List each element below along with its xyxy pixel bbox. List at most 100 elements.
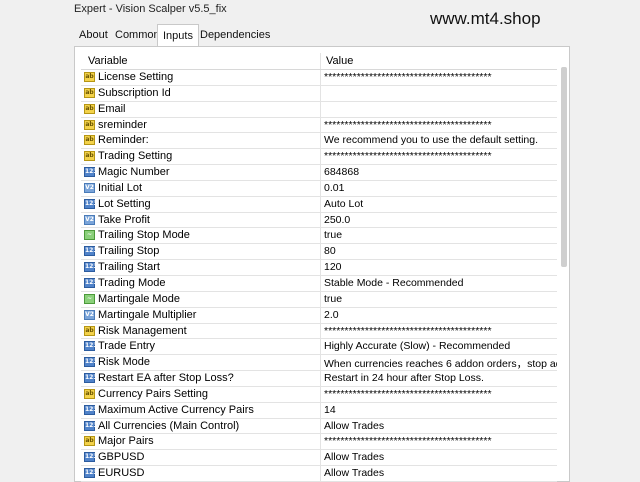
variable-label: Risk Mode	[98, 356, 150, 369]
table-row[interactable]: ab Subscription Id	[81, 85, 557, 102]
header-variable[interactable]: Variable	[81, 53, 321, 69]
integer-type-icon: 123	[84, 262, 98, 273]
value-label: We recommend you to use the default sett…	[324, 134, 539, 147]
variable-label: Trailing Stop	[98, 245, 160, 258]
table-row[interactable]: ab Major Pairs ***************************…	[81, 434, 557, 451]
value-cell[interactable]: 0.01	[321, 181, 557, 196]
value-cell[interactable]: Auto Lot	[321, 197, 557, 212]
integer-type-icon: 123	[84, 198, 98, 209]
variable-label: EURUSD	[98, 467, 145, 480]
value-cell[interactable]: Allow Trades	[321, 450, 557, 465]
variable-cell: 123 GBPUSD	[81, 450, 321, 466]
table-row[interactable]: ab Email	[81, 101, 557, 118]
watermark-text: www.mt4.shop	[430, 9, 541, 28]
value-cell[interactable]: ****************************************…	[321, 149, 557, 164]
value-cell[interactable]: When currencies reaches 6 addon orders，s…	[321, 355, 557, 370]
value-cell[interactable]: 14	[321, 403, 557, 418]
table-row[interactable]: ab Risk Management ***********************…	[81, 323, 557, 340]
string-type-icon: ab	[84, 135, 95, 146]
value-label: 80	[324, 245, 336, 258]
table-row[interactable]: V2 Take Profit 250.0	[81, 212, 557, 229]
value-label: ****************************************…	[324, 324, 492, 337]
value-label: When currencies reaches 6 addon orders，s…	[324, 358, 557, 371]
double-type-icon: V2	[84, 214, 95, 225]
value-cell[interactable]: 120	[321, 260, 557, 275]
variable-cell: ab Email	[81, 101, 321, 117]
window-title: Expert - Vision Scalper v5.5_fix	[74, 3, 227, 15]
table-row[interactable]: 123 Magic Number 684868	[81, 165, 557, 181]
boolean-type-icon: ~	[84, 230, 95, 241]
value-cell[interactable]	[321, 102, 557, 117]
table-row[interactable]: ab Reminder: We recommend you to use the d…	[81, 133, 557, 150]
variable-label: Trailing Stop Mode	[98, 229, 190, 242]
value-cell[interactable]: Allow Trades	[321, 419, 557, 434]
table-row[interactable]: ab Currency Pairs Setting ****************…	[81, 386, 557, 403]
tab-inputs[interactable]: Inputs	[157, 24, 199, 47]
variable-label: Martingale Multiplier	[98, 308, 197, 321]
table-row[interactable]: V2 Initial Lot 0.01	[81, 180, 557, 197]
variable-label: Trading Setting	[98, 150, 173, 163]
string-type-icon: ab	[84, 72, 95, 82]
value-label: ****************************************…	[324, 150, 492, 163]
value-cell[interactable]: ****************************************…	[321, 387, 557, 402]
table-row[interactable]: 123 GBPUSD Allow Trades	[81, 450, 557, 467]
table-row[interactable]: 123 Trading Mode Stable Mode - Recommended	[81, 275, 557, 292]
table-row[interactable]: ab sreminder *****************************…	[81, 117, 557, 134]
value-label: 0.01	[324, 181, 345, 194]
value-label: 2.0	[324, 308, 339, 321]
string-type-icon: ab	[84, 119, 95, 130]
value-label: Allow Trades	[324, 451, 385, 464]
value-label: 120	[324, 261, 342, 274]
variable-label: All Currencies (Main Control)	[98, 419, 240, 432]
table-row[interactable]: ~ Trailing Stop Mode true	[81, 228, 557, 245]
value-cell[interactable]: We recommend you to use the default sett…	[321, 133, 557, 148]
table-row[interactable]: 123 Maximum Active Currency Pairs 14	[81, 402, 557, 419]
table-header: Variable Value	[81, 53, 557, 70]
table-row[interactable]: 123 Lot Setting Auto Lot	[81, 196, 557, 213]
table-row[interactable]: V2 Martingale Multiplier 2.0	[81, 307, 557, 324]
value-cell[interactable]: Restart in 24 hour after Stop Loss.	[321, 371, 557, 386]
variable-label: Reminder:	[98, 134, 149, 147]
table-row[interactable]: 123 Trailing Stop 80	[81, 244, 557, 261]
value-label: Stable Mode - Recommended	[324, 276, 464, 289]
integer-type-icon: 123	[84, 452, 98, 463]
value-cell[interactable]: 80	[321, 244, 557, 259]
value-cell[interactable]	[321, 86, 557, 101]
integer-type-icon: 123	[84, 167, 98, 178]
table-row[interactable]: 123 Trailing Start 120	[81, 260, 557, 276]
vertical-scrollbar[interactable]	[561, 67, 567, 267]
table-row[interactable]: 123 Trade Entry Highly Accurate (Slow) - R…	[81, 339, 557, 356]
table-row[interactable]: ~ Martingale Mode true	[81, 291, 557, 308]
table-row[interactable]: 123 Restart EA after Stop Loss? Restart in…	[81, 371, 557, 387]
integer-type-icon: 123	[84, 373, 98, 384]
value-label: true	[324, 292, 343, 305]
variable-cell: V2 Initial Lot	[81, 180, 321, 196]
table-row[interactable]: ab License Setting ***********************…	[81, 70, 557, 86]
variable-cell: ab License Setting	[81, 70, 321, 85]
value-label: Restart in 24 hour after Stop Loss.	[324, 372, 484, 385]
value-cell[interactable]: Highly Accurate (Slow) - Recommended	[321, 339, 557, 354]
value-cell[interactable]: ****************************************…	[321, 70, 557, 85]
variable-cell: 123 Restart EA after Stop Loss?	[81, 371, 321, 386]
value-cell[interactable]: Allow Trades	[321, 466, 557, 481]
value-cell[interactable]: ****************************************…	[321, 118, 557, 133]
variable-label: License Setting	[98, 71, 174, 83]
table-row[interactable]: ab Trading Setting ***********************…	[81, 149, 557, 166]
variable-cell: 123 EURUSD	[81, 466, 321, 481]
value-cell[interactable]: 684868	[321, 165, 557, 180]
integer-type-icon: 123	[84, 468, 98, 479]
variable-cell: 123 Trailing Stop	[81, 244, 321, 260]
table-row[interactable]: 123 Risk Mode When currencies reaches 6 ad…	[81, 355, 557, 372]
tab-about[interactable]: About	[74, 26, 113, 45]
value-cell[interactable]: ****************************************…	[321, 434, 557, 449]
table-row[interactable]: 123 All Currencies (Main Control) Allow Tr…	[81, 418, 557, 435]
value-cell[interactable]: ****************************************…	[321, 324, 557, 339]
variable-cell: 123 Maximum Active Currency Pairs	[81, 402, 321, 418]
value-cell[interactable]: true	[321, 292, 557, 307]
value-cell[interactable]: 2.0	[321, 308, 557, 323]
header-value[interactable]: Value	[321, 53, 557, 69]
tab-dependencies[interactable]: Dependencies	[195, 26, 275, 45]
value-cell[interactable]: 250.0	[321, 213, 557, 228]
value-cell[interactable]: true	[321, 228, 557, 243]
value-cell[interactable]: Stable Mode - Recommended	[321, 276, 557, 291]
